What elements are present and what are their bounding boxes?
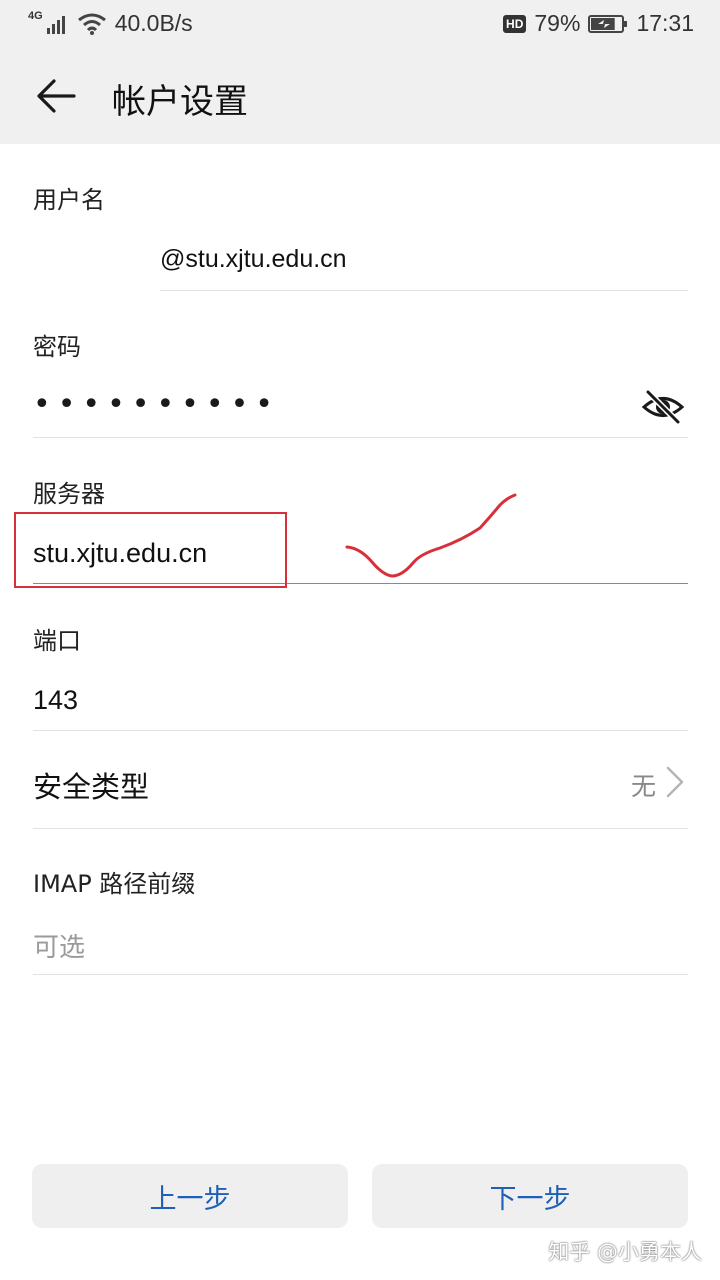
imap-prefix-underline <box>33 974 688 975</box>
server-label: 服务器 <box>33 480 105 508</box>
wifi-icon <box>77 13 106 35</box>
app-bar: 帐户设置 <box>0 48 720 144</box>
password-input[interactable]: •••••••••• <box>33 390 280 420</box>
port-input[interactable]: 143 <box>33 685 78 716</box>
username-underline <box>160 290 688 291</box>
hd-badge: HD <box>503 14 527 33</box>
username-label: 用户名 <box>33 186 105 214</box>
security-underline <box>33 828 688 829</box>
security-type-row[interactable]: 安全类型 无 <box>33 740 688 828</box>
password-label: 密码 <box>33 333 81 361</box>
page-title: 帐户设置 <box>112 82 248 122</box>
clock: 17:31 <box>636 10 694 36</box>
imap-prefix-input[interactable]: 可选 <box>33 927 85 964</box>
eye-slash-icon <box>641 389 685 425</box>
battery-percent: 79% <box>534 10 581 36</box>
watermark: 知乎 @小勇本人 <box>548 1240 702 1264</box>
net-speed: 40.0B/s <box>114 10 193 36</box>
previous-step-button[interactable]: 上一步 <box>32 1164 348 1228</box>
password-visibility-toggle[interactable] <box>640 384 686 430</box>
port-underline <box>33 730 688 731</box>
status-right: HD 79% 17:31 <box>503 10 694 37</box>
cell-signal-icon <box>46 15 65 34</box>
security-type-value: 无 <box>630 772 656 801</box>
security-type-label: 安全类型 <box>33 770 150 804</box>
next-step-button[interactable]: 下一步 <box>372 1164 688 1228</box>
checkmark-annotation <box>345 493 517 578</box>
annotation-highlight-box <box>14 512 287 588</box>
password-underline <box>33 437 688 438</box>
username-input[interactable]: @stu.xjtu.edu.cn <box>160 245 347 274</box>
status-left: 4G 40.0B/s <box>28 10 193 37</box>
chevron-right-icon <box>666 766 684 798</box>
imap-prefix-label: IMAP 路径前缀 <box>33 870 196 898</box>
network-type: 4G <box>28 9 43 22</box>
port-label: 端口 <box>33 627 81 655</box>
back-button[interactable] <box>26 66 86 126</box>
arrow-left-icon <box>37 79 76 113</box>
status-bar: 4G 40.0B/s HD 79% 17:31 <box>0 0 720 48</box>
battery-charging-icon <box>588 14 628 33</box>
